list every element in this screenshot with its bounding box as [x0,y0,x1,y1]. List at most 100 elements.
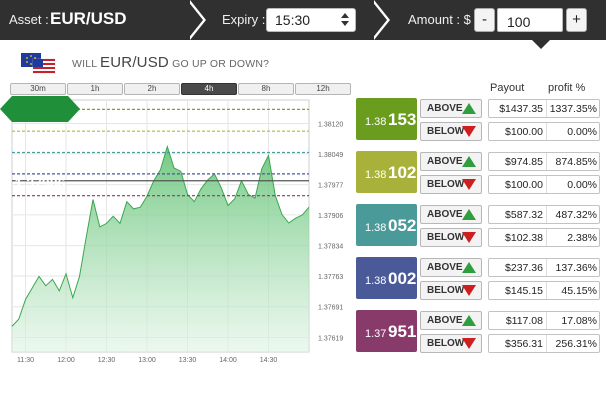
y-tick-label: 1.38049 [318,152,343,159]
payout-value: $145.15 [505,285,543,297]
arrow-down-icon [462,338,476,349]
x-tick-label: 12:00 [57,357,75,364]
current-price-label: 1.37986 [14,175,66,191]
strike-price-digits: 153 [388,110,417,129]
y-tick-label: 1.37906 [318,213,343,220]
x-tick-label: 11:30 [17,357,34,364]
us-eu-flag-icon [21,53,56,74]
arrow-up-icon [462,262,476,273]
timeframe-30m[interactable]: 30m [10,83,66,95]
timeframe-4h[interactable]: 4h [181,83,237,95]
above-payout-box: $1437.35 1337.35% [488,99,600,118]
profit-value: 137.36% [546,259,600,276]
current-price-marker [0,96,80,122]
price-chart-svg: 1.38120 1.38049 1.37977 1.37906 1.37834 1.377… [11,99,343,364]
above-button[interactable]: ABOVE [420,205,482,224]
below-button[interactable]: BELOW [420,281,482,300]
below-payout-box: $356.31 256.31% [488,334,600,353]
timeframe-12h[interactable]: 12h [295,83,351,95]
above-button[interactable]: ABOVE [420,258,482,277]
question-suffix: GO UP OR DOWN? [172,58,270,70]
strike-price-tile: 1.38 052 [356,204,417,246]
timeframe-1h[interactable]: 1h [67,83,123,95]
expiry-select[interactable]: 15:30 [266,8,356,32]
arrow-down-icon [462,232,476,243]
asset-value[interactable]: EUR/USD [50,9,127,29]
expiry-value: 15:30 [275,12,311,28]
profit-value: 0.00% [546,123,600,140]
amount-input[interactable] [497,8,563,32]
below-button[interactable]: BELOW [420,122,482,141]
strike-price-digits: 951 [388,322,417,341]
above-payout-box: $587.32 487.32% [488,205,600,224]
strike-price-tile: 1.38 002 [356,257,417,299]
strike-row: 1.38 002 ABOVE $237.36 137.36% BELOW $145… [355,255,606,307]
below-label: BELOW [427,338,465,349]
above-label: ABOVE [427,103,463,114]
strike-row: 1.38 153 ABOVE $1437.35 1337.35% BELOW $1… [355,96,606,148]
arrow-down-icon [462,179,476,190]
profit-value: 256.31% [546,335,600,352]
price-chart: 1.38120 1.38049 1.37977 1.37906 1.37834 1.377… [0,96,352,370]
y-tick-label: 1.37691 [318,305,343,312]
payout-column-header: Payout [490,82,525,94]
below-payout-box: $100.00 0.00% [488,175,600,194]
below-label: BELOW [427,285,465,296]
arrow-down-icon [462,126,476,137]
profit-value: 1337.35% [546,100,600,117]
profit-value: 0.00% [546,176,600,193]
below-payout-box: $145.15 45.15% [488,281,600,300]
timeframe-8h[interactable]: 8h [238,83,294,95]
select-arrows-icon [341,13,349,27]
above-payout-box: $117.08 17.08% [488,311,600,330]
below-label: BELOW [427,232,465,243]
profit-value: 487.32% [546,206,600,223]
payout-value: $974.85 [505,156,543,168]
y-tick-label: 1.37834 [318,244,343,251]
strike-price-tile: 1.38 102 [356,151,417,193]
payout-value: $100.00 [505,179,543,191]
arrow-down-icon [462,285,476,296]
above-label: ABOVE [427,156,463,167]
strike-price-prefix: 1.38 [365,169,387,181]
payout-value: $237.36 [505,262,543,274]
amount-label: Amount : $ [408,12,471,27]
below-button[interactable]: BELOW [420,175,482,194]
y-tick-label: 1.38120 [318,121,343,128]
strike-price-prefix: 1.38 [365,275,387,287]
strike-price-digits: 102 [388,163,417,182]
timeframe-2h[interactable]: 2h [124,83,180,95]
above-label: ABOVE [427,315,463,326]
amount-decrease-button[interactable]: - [474,8,495,32]
profit-value: 2.38% [546,229,600,246]
amount-increase-button[interactable]: + [566,8,587,32]
y-tick-label: 1.37977 [318,183,343,190]
above-button[interactable]: ABOVE [420,311,482,330]
question-pair: EUR/USD [100,54,169,71]
below-button[interactable]: BELOW [420,228,482,247]
above-button[interactable]: ABOVE [420,152,482,171]
payout-value: $100.00 [505,126,543,138]
strike-price-prefix: 1.37 [365,328,387,340]
below-payout-box: $102.38 2.38% [488,228,600,247]
payout-value: $356.31 [505,338,543,350]
arrow-up-icon [462,156,476,167]
strike-price-tile: 1.37 951 [356,310,417,352]
asset-label: Asset : [9,12,49,27]
below-label: BELOW [427,126,465,137]
profit-value: 17.08% [546,312,600,329]
strike-price-prefix: 1.38 [365,116,387,128]
strike-price-prefix: 1.38 [365,222,387,234]
arrow-up-icon [462,315,476,326]
top-bar: Asset : EUR/USD Expiry : 15:30 Amount : … [0,0,606,40]
strike-row: 1.37 951 ABOVE $117.08 17.08% BELOW $356.… [355,308,606,360]
y-tick-label: 1.37763 [318,274,343,281]
payout-value: $587.32 [505,209,543,221]
below-button[interactable]: BELOW [420,334,482,353]
payout-value: $102.38 [505,232,543,244]
above-button[interactable]: ABOVE [420,99,482,118]
arrow-up-icon [462,209,476,220]
strike-list: 1.38 153 ABOVE $1437.35 1337.35% BELOW $1… [355,94,606,364]
amount-pointer [532,40,550,49]
strike-price-tile: 1.38 153 [356,98,417,140]
